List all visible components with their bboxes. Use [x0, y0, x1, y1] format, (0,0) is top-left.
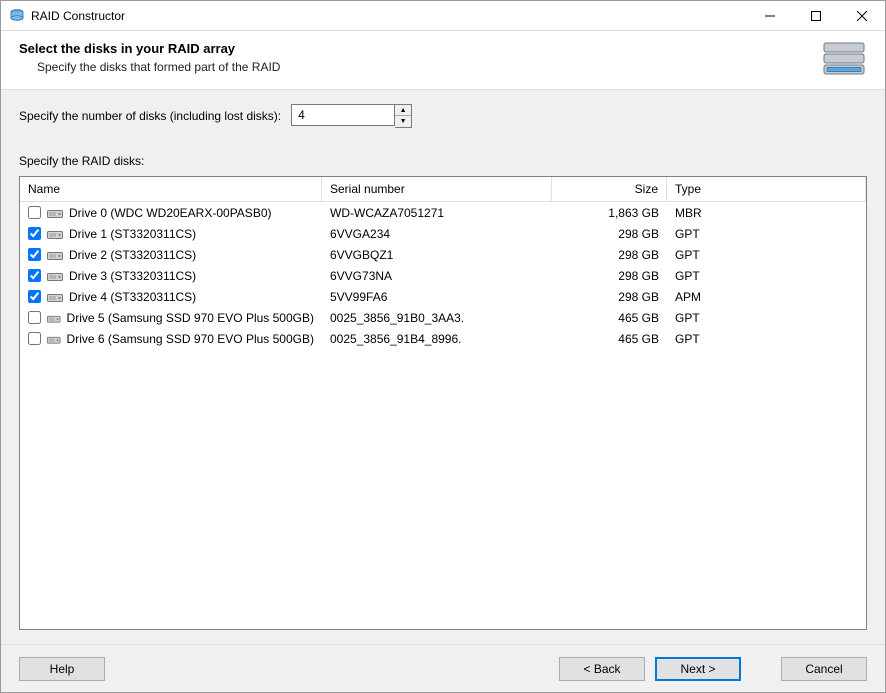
table-header: Name Serial number Size Type — [20, 177, 866, 202]
disk-size: 298 GB — [552, 290, 667, 304]
disk-name: Drive 0 (WDC WD20EARX-00PASB0) — [69, 206, 272, 220]
specify-disks-label: Specify the RAID disks: — [19, 154, 867, 168]
disk-size: 1,863 GB — [552, 206, 667, 220]
table-body: Drive 0 (WDC WD20EARX-00PASB0) WD-WCAZA70… — [20, 202, 866, 629]
app-window: RAID Constructor Select the disks in you… — [0, 0, 886, 693]
disk-size: 298 GB — [552, 227, 667, 241]
col-serial[interactable]: Serial number — [322, 177, 552, 201]
raid-stack-icon — [821, 41, 867, 77]
disk-serial: WD-WCAZA7051271 — [322, 206, 552, 220]
disk-icon — [47, 208, 63, 218]
disk-checkbox[interactable] — [28, 290, 41, 303]
disk-type: GPT — [667, 311, 866, 325]
disk-size: 298 GB — [552, 248, 667, 262]
disk-checkbox[interactable] — [28, 269, 41, 282]
disk-icon — [47, 313, 61, 323]
disk-name: Drive 6 (Samsung SSD 970 EVO Plus 500GB) — [67, 332, 314, 346]
disk-serial: 6VVG73NA — [322, 269, 552, 283]
cancel-button[interactable]: Cancel — [781, 657, 867, 681]
disk-type: GPT — [667, 269, 866, 283]
maximize-button[interactable] — [793, 1, 839, 30]
table-row[interactable]: Drive 4 (ST3320311CS) 5VV99FA6298 GBAPM — [20, 286, 866, 307]
disk-checkbox[interactable] — [28, 206, 41, 219]
disk-name: Drive 4 (ST3320311CS) — [69, 290, 196, 304]
disk-size: 465 GB — [552, 332, 667, 346]
disk-checkbox[interactable] — [28, 248, 41, 261]
col-size[interactable]: Size — [552, 177, 667, 201]
disk-serial: 0025_3856_91B4_8996. — [322, 332, 552, 346]
table-row[interactable]: Drive 2 (ST3320311CS) 6VVGBQZ1298 GBGPT — [20, 244, 866, 265]
disk-icon — [47, 229, 63, 239]
page-title: Select the disks in your RAID array — [19, 41, 821, 56]
wizard-footer: Help < Back Next > Cancel — [1, 644, 885, 692]
disk-serial: 5VV99FA6 — [322, 290, 552, 304]
disk-size: 465 GB — [552, 311, 667, 325]
disk-name: Drive 5 (Samsung SSD 970 EVO Plus 500GB) — [67, 311, 314, 325]
col-type[interactable]: Type — [667, 177, 866, 201]
spinner-up[interactable]: ▲ — [395, 105, 411, 116]
minimize-button[interactable] — [747, 1, 793, 30]
num-disks-input[interactable] — [291, 104, 395, 126]
disk-type: APM — [667, 290, 866, 304]
table-row[interactable]: Drive 5 (Samsung SSD 970 EVO Plus 500GB)… — [20, 307, 866, 328]
wizard-header: Select the disks in your RAID array Spec… — [1, 31, 885, 89]
disk-serial: 6VVGBQZ1 — [322, 248, 552, 262]
col-name[interactable]: Name — [20, 177, 322, 201]
disk-checkbox[interactable] — [28, 311, 41, 324]
spinner-down[interactable]: ▼ — [395, 116, 411, 127]
back-button[interactable]: < Back — [559, 657, 645, 681]
disk-serial: 0025_3856_91B0_3AA3. — [322, 311, 552, 325]
disk-type: MBR — [667, 206, 866, 220]
disk-icon — [47, 334, 61, 344]
num-disks-spinner[interactable]: ▲ ▼ — [291, 104, 412, 128]
help-button[interactable]: Help — [19, 657, 105, 681]
table-row[interactable]: Drive 6 (Samsung SSD 970 EVO Plus 500GB)… — [20, 328, 866, 349]
close-button[interactable] — [839, 1, 885, 30]
disk-checkbox[interactable] — [28, 227, 41, 240]
table-row[interactable]: Drive 0 (WDC WD20EARX-00PASB0) WD-WCAZA70… — [20, 202, 866, 223]
num-disks-label: Specify the number of disks (including l… — [19, 109, 281, 123]
app-icon — [9, 8, 25, 24]
disk-checkbox[interactable] — [28, 332, 41, 345]
disk-icon — [47, 250, 63, 260]
disk-name: Drive 2 (ST3320311CS) — [69, 248, 196, 262]
disk-type: GPT — [667, 227, 866, 241]
table-row[interactable]: Drive 1 (ST3320311CS) 6VVGA234298 GBGPT — [20, 223, 866, 244]
disk-name: Drive 1 (ST3320311CS) — [69, 227, 196, 241]
wizard-body: Specify the number of disks (including l… — [1, 89, 885, 644]
disk-type: GPT — [667, 248, 866, 262]
disk-icon — [47, 271, 63, 281]
disk-serial: 6VVGA234 — [322, 227, 552, 241]
disk-name: Drive 3 (ST3320311CS) — [69, 269, 196, 283]
page-subtitle: Specify the disks that formed part of th… — [19, 60, 821, 74]
titlebar: RAID Constructor — [1, 1, 885, 31]
disks-table: Name Serial number Size Type Drive 0 (WD… — [19, 176, 867, 630]
next-button[interactable]: Next > — [655, 657, 741, 681]
disk-type: GPT — [667, 332, 866, 346]
disk-size: 298 GB — [552, 269, 667, 283]
window-title: RAID Constructor — [31, 9, 747, 23]
disk-icon — [47, 292, 63, 302]
table-row[interactable]: Drive 3 (ST3320311CS) 6VVG73NA298 GBGPT — [20, 265, 866, 286]
